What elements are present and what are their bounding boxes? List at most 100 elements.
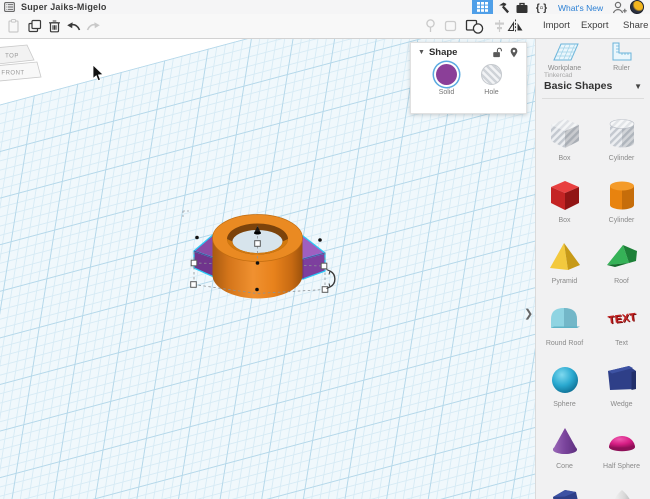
scale-handle-right[interactable]: [320, 262, 328, 270]
shape-tile-label: Pyramid: [551, 278, 578, 285]
shape-tile-wedge[interactable]: Wedge: [593, 360, 650, 422]
hole-option[interactable]: Hole: [469, 62, 514, 96]
solid-label: Solid: [438, 89, 455, 96]
view-cube-front-label[interactable]: FRONT: [1, 71, 24, 77]
shape-tile-label: Wedge: [610, 401, 633, 408]
user-avatar[interactable]: [630, 0, 644, 14]
dashboard-menu-icon[interactable]: [4, 2, 15, 12]
shape-tile-label: Cylinder: [608, 155, 635, 162]
shape-tile-sphere[interactable]: Sphere: [536, 360, 593, 422]
scale-handle-bottom-left[interactable]: [190, 281, 197, 288]
workplane-icon: [552, 43, 579, 61]
shape-tile-round-roof[interactable]: Round Roof: [536, 299, 593, 361]
shape-tile-polygon[interactable]: [536, 483, 593, 499]
shape-tile-text[interactable]: TEXT TEXT Text: [593, 299, 650, 361]
midpoint-handle-top-left[interactable]: [195, 235, 199, 240]
ruler-tool[interactable]: Ruler: [593, 41, 650, 72]
shape-tile-label: Box: [558, 155, 571, 162]
view-cube-top-label[interactable]: TOP: [5, 54, 19, 60]
library-dropdown[interactable]: Basic Shapes: [544, 80, 612, 92]
solid-option[interactable]: Solid: [424, 62, 469, 96]
box-hole-icon: [545, 114, 585, 154]
shape-tile-label: Cone: [556, 462, 573, 470]
delete-icon[interactable]: [46, 18, 63, 34]
grid-icon: [477, 2, 488, 12]
cone-icon: [545, 422, 585, 462]
title-bar: Super Jaiks-Migelo {▫} What's New: [0, 0, 650, 15]
group-icon[interactable]: [465, 18, 484, 34]
shape-tile-pyramid[interactable]: Pyramid: [536, 237, 593, 299]
shape-tile-paraboloid[interactable]: [593, 483, 650, 499]
cylinder-hole-icon: [602, 114, 642, 154]
dropdown-caret-icon[interactable]: ▼: [634, 82, 642, 91]
shape-tile-label: Box: [558, 216, 571, 224]
collapse-caret-icon[interactable]: ▼: [418, 49, 425, 56]
wedge-icon: [602, 360, 642, 400]
tools-icon[interactable]: [497, 1, 511, 14]
scale-handle-bottom-right[interactable]: [321, 286, 329, 293]
cylinder-icon: [602, 176, 642, 216]
share-button[interactable]: Share: [623, 20, 648, 31]
workplane-label: Workplane: [547, 65, 582, 72]
pin-icon[interactable]: [424, 18, 437, 34]
sphere-icon: [545, 360, 585, 400]
pyramid-icon: [545, 237, 585, 277]
midpoint-handle-bottom[interactable]: [255, 287, 259, 292]
shape-tile-roof[interactable]: Roof: [593, 237, 650, 299]
shape-tile-label: Half Sphere: [603, 462, 640, 470]
hole-swatch[interactable]: [481, 64, 502, 85]
selected-model[interactable]: [190, 214, 336, 299]
view-blocks-button[interactable]: [472, 0, 493, 14]
text-icon: TEXT TEXT: [602, 299, 642, 339]
edit-toolbar: Import Export Share: [0, 14, 650, 39]
solid-swatch[interactable]: [436, 64, 457, 85]
mirror-icon[interactable]: [507, 18, 524, 34]
shape-tile-half-sphere[interactable]: Half Sphere: [593, 422, 650, 484]
hole-label: Hole: [484, 89, 499, 96]
ruler-label: Ruler: [613, 65, 630, 72]
import-button[interactable]: Import: [543, 20, 570, 31]
rotate-handle[interactable]: [326, 269, 336, 289]
shape-inspector-panel: ▼ Shape Solid Hole: [410, 42, 527, 114]
mouse-cursor: [92, 64, 104, 82]
design-title: Super Jaiks-Migelo: [21, 2, 107, 12]
view-cube[interactable]: TOP FRONT: [0, 44, 42, 82]
export-button[interactable]: Export: [581, 20, 608, 31]
ungroup-icon[interactable]: [442, 18, 459, 34]
briefcase-icon[interactable]: [515, 1, 529, 14]
roof-icon: [602, 237, 642, 277]
shapes-sidebar: Workplane Ruler Tinkercad Basic Shapes ▼…: [535, 38, 650, 499]
whats-new-link[interactable]: What's New: [558, 3, 603, 13]
library-brand: Tinkercad: [544, 72, 573, 79]
shape-tile-label: Text: [615, 339, 628, 347]
workplane-tool[interactable]: Workplane: [536, 41, 593, 72]
selection-corner-mark: [182, 210, 189, 217]
shape-tile-label: Roof: [614, 278, 629, 285]
scale-handle-left[interactable]: [190, 259, 198, 267]
shape-tile-box[interactable]: Box: [536, 114, 593, 176]
shape-tile-cylinder[interactable]: Cylinder: [593, 114, 650, 176]
pin-icon[interactable]: [509, 47, 519, 58]
shape-tile-label: Round Roof: [545, 339, 584, 347]
round-roof-icon: [545, 299, 585, 339]
undo-icon[interactable]: [65, 18, 82, 34]
redo-icon[interactable]: [85, 18, 102, 34]
paste-icon[interactable]: [5, 18, 22, 34]
shape-tile-box[interactable]: Box: [536, 176, 593, 238]
half-sphere-icon: [602, 422, 642, 462]
midpoint-handle-center[interactable]: [255, 261, 260, 265]
svg-text:{▫}: {▫}: [536, 3, 547, 14]
add-user-icon[interactable]: [612, 1, 628, 14]
polygon-icon: [545, 483, 585, 499]
shape-library-grid: Box Cylinder Box Cylinder Pyramid Roof Round R…: [536, 114, 650, 499]
midpoint-handle-top-right[interactable]: [318, 238, 322, 242]
shape-tile-cylinder[interactable]: Cylinder: [593, 176, 650, 238]
unlock-icon[interactable]: [492, 47, 502, 58]
shape-tile-cone[interactable]: Cone: [536, 422, 593, 484]
divider: [542, 98, 644, 99]
code-blocks-icon[interactable]: {▫}: [534, 1, 549, 14]
scale-handle-top[interactable]: [254, 240, 261, 247]
duplicate-icon[interactable]: [26, 18, 43, 34]
align-icon[interactable]: [493, 18, 506, 34]
collapse-panel-chevron[interactable]: ❯: [524, 307, 533, 320]
